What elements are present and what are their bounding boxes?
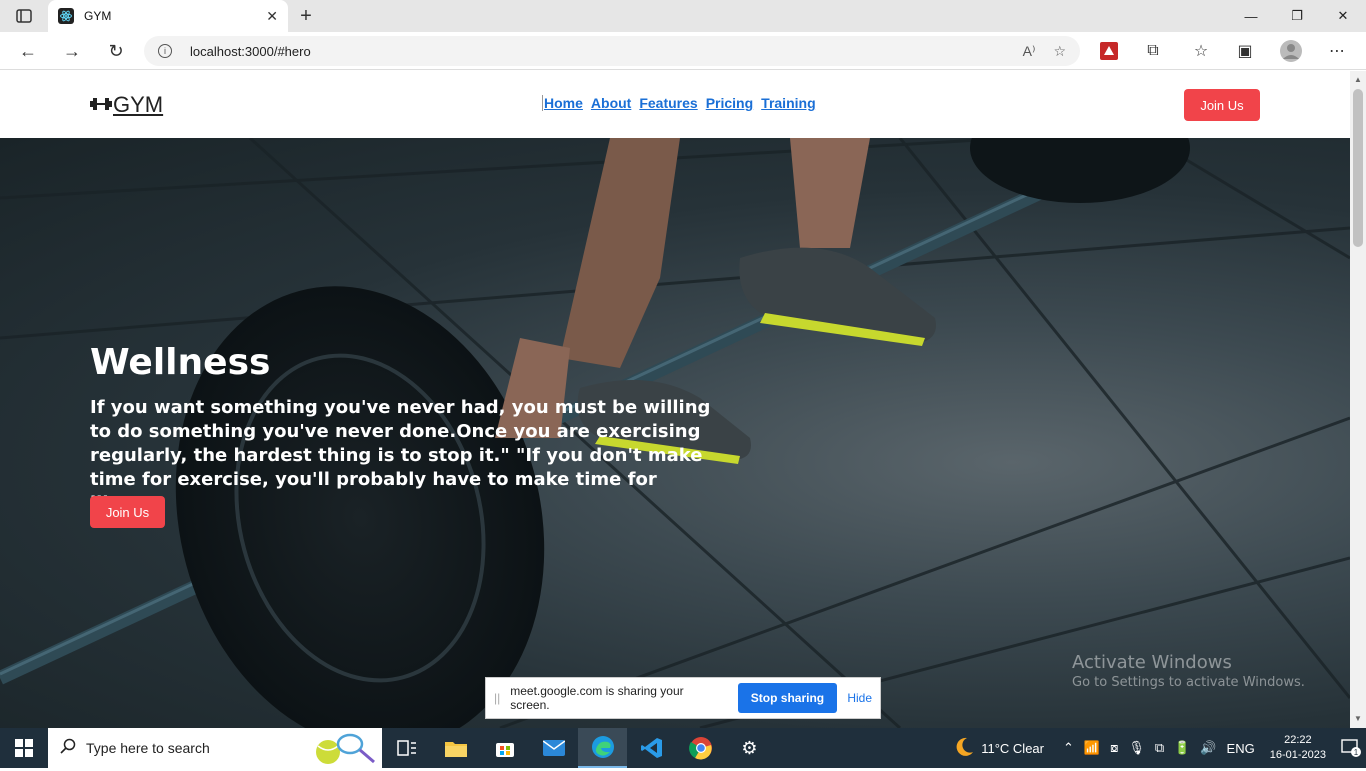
tab-actions-icon[interactable] [10,6,38,26]
main-nav: Home About Features Pricing Training [542,95,816,111]
weather-text: 11°C Clear [981,740,1044,756]
show-hidden-icons-icon[interactable]: ⌃ [1063,740,1074,756]
site-logo[interactable]: GYM [90,92,163,118]
dumbbell-icon [90,92,112,118]
page-scrollbar[interactable]: ▲ ▼ [1350,71,1366,728]
scrollbar-thumb[interactable] [1353,89,1363,247]
nav-link-about[interactable]: About [591,95,631,111]
windows-start-icon[interactable] [0,728,48,768]
edge-browser-icon[interactable] [578,728,627,768]
task-view-icon[interactable] [382,728,431,768]
hero-title: Wellness [90,342,271,383]
minimize-icon[interactable]: — [1228,0,1274,32]
refresh-icon[interactable]: ↻ [102,37,130,65]
screen-share-tray-icon[interactable]: ⧉ [1155,740,1164,756]
hide-share-bar-link[interactable]: Hide [847,691,872,705]
search-icon [60,738,76,759]
language-indicator[interactable]: ENG [1227,741,1255,756]
browser-toolbar: ← → ↻ i localhost:3000/#hero A⁾ ☆ ⧉ ☆ ▣ … [0,32,1366,70]
network-icon[interactable]: 📶 [1084,740,1100,756]
logo-text: GYM [113,92,164,117]
search-placeholder: Type here to search [86,740,210,756]
back-icon[interactable]: ← [14,37,42,65]
address-bar[interactable]: i localhost:3000/#hero A⁾ ☆ [144,36,1080,66]
watermark-subtitle: Go to Settings to activate Windows. [1072,675,1305,690]
hero-quote: If you want something you've never had, … [90,397,711,514]
url-text[interactable]: localhost:3000/#hero [190,44,1005,59]
vscode-icon[interactable] [627,728,676,768]
stop-sharing-button[interactable]: Stop sharing [737,683,838,713]
activate-windows-watermark: Activate Windows Go to Settings to activ… [1072,652,1305,690]
moon-icon [953,736,975,761]
settings-gear-icon[interactable]: ⚙ [725,728,774,768]
taskbar-clock[interactable]: 22:22 16-01-2023 [1270,733,1326,763]
system-tray: 11°C Clear ⌃ 📶 ⧇ 🎙 ⧉ 🔋 🔊 ENG 22:22 16-01… [953,728,1366,768]
windows-taskbar: Type here to search ⚙ 11°C Clear ⌃ 📶 ⧇ � [0,728,1366,768]
extension-red-icon[interactable] [1098,40,1120,62]
favorites-icon[interactable]: ☆ [1190,40,1212,62]
meet-app-icon[interactable]: ⧇ [1110,740,1118,756]
clock-date: 16-01-2023 [1269,749,1326,761]
share-message: meet.google.com is sharing your screen. [510,684,684,712]
notification-count: 1 [1354,748,1359,757]
drag-handle-icon[interactable]: || [494,691,500,705]
notification-center-icon[interactable]: 1 [1336,739,1366,757]
browser-tab-bar: GYM ✕ + — ❐ ✕ [0,0,1366,32]
chrome-icon[interactable] [676,728,725,768]
taskbar-search-box[interactable]: Type here to search [48,728,382,768]
header-join-button[interactable]: Join Us [1184,89,1260,121]
microsoft-store-icon[interactable] [480,728,529,768]
scroll-up-icon[interactable]: ▲ [1353,75,1363,85]
scroll-down-icon[interactable]: ▼ [1353,714,1363,724]
window-close-icon[interactable]: ✕ [1320,0,1366,32]
battery-icon[interactable]: 🔋 [1174,740,1190,756]
site-info-icon[interactable]: i [158,44,172,58]
nav-link-features[interactable]: Features [639,95,697,111]
volume-icon[interactable]: 🔊 [1200,740,1216,756]
extensions-icon[interactable]: ⧉ [1142,40,1164,62]
tab-title: GYM [84,9,112,23]
weather-widget[interactable]: 11°C Clear [953,736,1044,761]
mail-icon[interactable] [529,728,578,768]
profile-avatar-icon[interactable] [1280,40,1302,62]
react-favicon-icon [58,8,74,24]
site-header: GYM Home About Features Pricing Training… [0,71,1350,138]
read-aloud-icon[interactable]: A⁾ [1023,43,1036,60]
tennis-search-highlight-icon [312,730,378,771]
browser-tab-active[interactable]: GYM ✕ [48,0,288,32]
microphone-icon[interactable]: 🎙 [1128,740,1145,756]
add-favorite-icon[interactable]: ☆ [1053,43,1066,60]
more-options-icon[interactable]: ⋯ [1326,40,1348,62]
watermark-title: Activate Windows [1072,652,1232,673]
nav-link-training[interactable]: Training [761,95,815,111]
nav-link-home[interactable]: Home [544,95,583,111]
nav-link-pricing[interactable]: Pricing [706,95,753,111]
tab-close-icon[interactable]: ✕ [266,8,278,25]
forward-icon[interactable]: → [58,37,86,65]
clock-time: 22:22 [1284,734,1312,746]
restore-icon[interactable]: ❐ [1274,0,1320,32]
hero-section: Wellness If you want something you've ne… [0,138,1350,728]
new-tab-icon[interactable]: + [294,4,318,28]
file-explorer-icon[interactable] [431,728,480,768]
collections-icon[interactable]: ▣ [1234,40,1256,62]
screen-share-bar: || meet.google.com is sharing your scree… [485,677,881,719]
page-viewport: GYM Home About Features Pricing Training… [0,71,1350,728]
hero-join-button[interactable]: Join Us [90,496,165,528]
